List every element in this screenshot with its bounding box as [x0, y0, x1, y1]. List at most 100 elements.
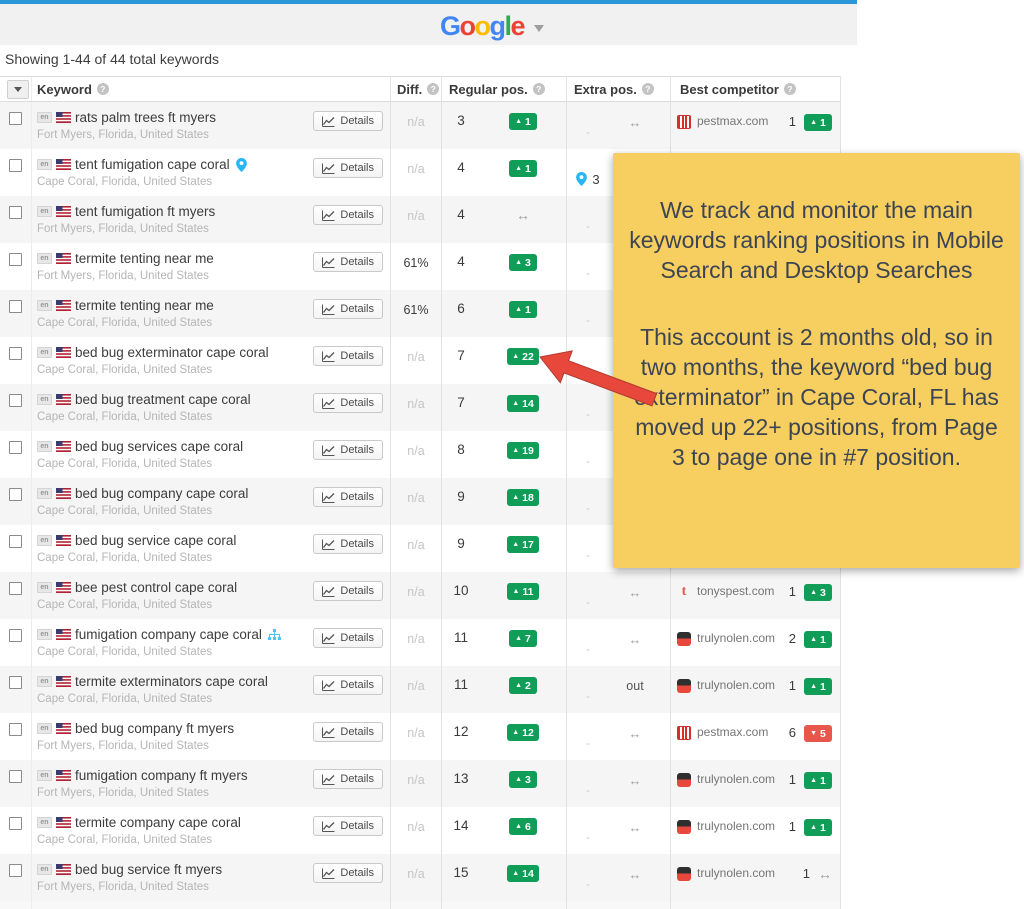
keyword-text: termite exterminators cape coral: [75, 674, 268, 689]
competitor-position: 1: [789, 819, 796, 834]
competitor-position: 1: [803, 866, 810, 881]
details-button[interactable]: Details: [313, 722, 383, 742]
details-button-label: Details: [340, 209, 374, 221]
details-button[interactable]: Details: [313, 205, 383, 225]
column-header-regular-pos: Regular pos. ?: [442, 77, 567, 101]
competitor-up-badge: ▲1: [804, 678, 832, 695]
language-badge: en: [37, 864, 52, 875]
details-button[interactable]: Details: [313, 393, 383, 413]
row-checkbox[interactable]: [9, 629, 22, 642]
competitor-domain-link[interactable]: trulynolen.com: [697, 772, 783, 786]
details-button[interactable]: Details: [313, 675, 383, 695]
regular-pos-change: ▲17: [480, 536, 566, 572]
competitor-domain-link[interactable]: trulynolen.com: [697, 819, 783, 833]
trulynolen-favicon: [677, 679, 691, 693]
competitor-domain-link[interactable]: trulynolen.com: [697, 866, 797, 880]
details-button[interactable]: Details: [313, 487, 383, 507]
details-button[interactable]: Details: [313, 581, 383, 601]
row-checkbox[interactable]: [9, 253, 22, 266]
row-checkbox[interactable]: [9, 723, 22, 736]
regular-pos-value: 9: [442, 536, 480, 572]
competitor-position: 1: [789, 678, 796, 693]
diff-cell: n/a: [391, 478, 442, 525]
extra-pos-value: -: [567, 209, 609, 243]
row-checkbox[interactable]: [9, 582, 22, 595]
row-checkbox[interactable]: [9, 441, 22, 454]
diff-value: n/a: [407, 679, 424, 713]
chevron-down-icon[interactable]: [534, 25, 544, 37]
annotation-paragraph-2: This account is 2 months old, so in two …: [628, 322, 1005, 472]
details-button[interactable]: Details: [313, 816, 383, 836]
diff-cell: n/a: [391, 384, 442, 431]
regular-pos-cell: 13▲3: [442, 760, 567, 807]
extra-pos-cell: -↔: [567, 572, 671, 619]
row-checkbox[interactable]: [9, 676, 22, 689]
diff-cell: 61%: [391, 290, 442, 337]
details-button[interactable]: Details: [313, 158, 383, 178]
language-badge: en: [37, 676, 52, 687]
details-button[interactable]: Details: [313, 252, 383, 272]
competitor-change-value: 1: [820, 634, 826, 646]
help-icon[interactable]: ?: [97, 83, 109, 95]
regular-pos-change: ▲1: [480, 301, 566, 337]
row-checkbox[interactable]: [9, 300, 22, 313]
details-button[interactable]: Details: [313, 346, 383, 366]
row-checkbox[interactable]: [9, 159, 22, 172]
row-select-cell: [0, 666, 32, 713]
regular-pos-change: ▲11: [480, 583, 566, 619]
competitor-domain-link[interactable]: pestmax.com: [697, 725, 783, 739]
help-icon[interactable]: ?: [533, 83, 545, 95]
details-button[interactable]: Details: [313, 628, 383, 648]
row-checkbox[interactable]: [9, 770, 22, 783]
keyword-text: tent fumigation cape coral: [75, 157, 230, 172]
competitor-domain-link[interactable]: tonyspest.com: [697, 584, 783, 598]
line-chart-icon: [322, 445, 335, 456]
competitor-up-badge: ▲1: [804, 772, 832, 789]
triangle-up-icon: ▲: [515, 165, 522, 172]
details-button[interactable]: Details: [313, 534, 383, 554]
details-button[interactable]: Details: [313, 440, 383, 460]
triangle-up-icon: ▲: [515, 682, 522, 689]
row-select-cell: [0, 619, 32, 666]
competitor-domain-link[interactable]: pestmax.com: [697, 114, 783, 128]
diff-value: n/a: [407, 867, 424, 901]
regular-pos-value: 11: [442, 630, 480, 666]
help-icon[interactable]: ?: [427, 83, 439, 95]
extra-pos-value: -: [567, 867, 609, 901]
help-icon[interactable]: ?: [784, 83, 796, 95]
regular-pos-value: 7: [442, 348, 480, 384]
row-checkbox[interactable]: [9, 535, 22, 548]
row-checkbox[interactable]: [9, 864, 22, 877]
details-button-label: Details: [340, 162, 374, 174]
select-all-dropdown[interactable]: [7, 80, 29, 99]
details-button[interactable]: Details: [313, 863, 383, 883]
column-header-diff-label: Diff.: [397, 82, 422, 97]
diff-value: n/a: [407, 538, 424, 572]
row-select-cell: [0, 807, 32, 854]
help-icon[interactable]: ?: [642, 83, 654, 95]
keyword-text: termite tenting near me: [75, 298, 214, 313]
search-engine-selector[interactable]: Google: [440, 13, 544, 40]
details-button[interactable]: Details: [313, 299, 383, 319]
row-select-cell: [0, 290, 32, 337]
row-checkbox[interactable]: [9, 347, 22, 360]
competitor-up-badge: ▲3: [804, 584, 832, 601]
details-button[interactable]: Details: [313, 111, 383, 131]
row-checkbox[interactable]: [9, 488, 22, 501]
competitor-domain-link[interactable]: trulynolen.com: [697, 678, 783, 692]
row-checkbox[interactable]: [9, 206, 22, 219]
diff-value: 61%: [403, 303, 428, 337]
competitor-domain-link[interactable]: trulynolen.com: [697, 631, 783, 645]
regular-pos-cell: 4▲3: [442, 243, 567, 290]
details-button[interactable]: Details: [313, 769, 383, 789]
row-checkbox[interactable]: [9, 394, 22, 407]
triangle-up-icon: ▲: [515, 118, 522, 125]
column-header-best-competitor: Best competitor ?: [671, 77, 841, 101]
column-header-extra-pos: Extra pos. ?: [567, 77, 671, 101]
row-checkbox[interactable]: [9, 112, 22, 125]
language-badge: en: [37, 347, 52, 358]
regular-pos-cell: 8▲19: [442, 431, 567, 478]
line-chart-icon: [322, 398, 335, 409]
row-checkbox[interactable]: [9, 817, 22, 830]
us-flag-icon: [56, 488, 71, 499]
